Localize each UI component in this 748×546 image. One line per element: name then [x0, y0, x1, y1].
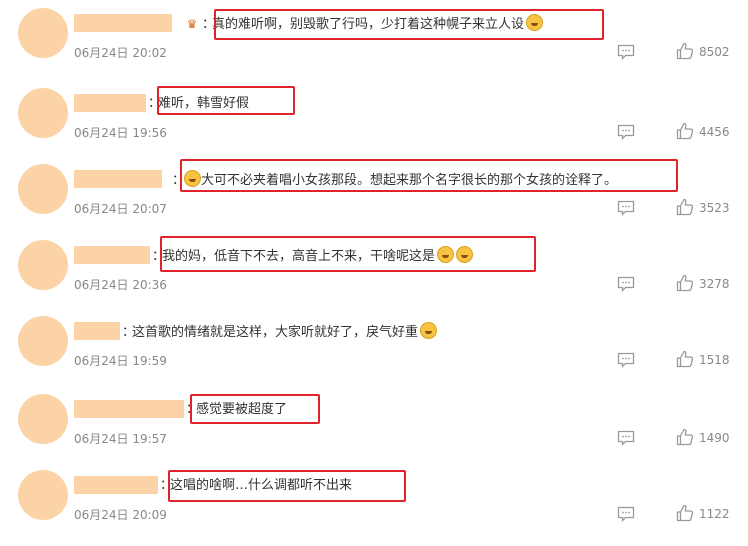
- comment-icon[interactable]: [617, 124, 635, 140]
- avatar[interactable]: [18, 88, 68, 138]
- highlight-box: [160, 236, 536, 272]
- comment-icon[interactable]: [617, 44, 635, 60]
- comment-time: 06月24日 19:57: [74, 432, 167, 446]
- like-count: 3523: [699, 201, 730, 215]
- avatar[interactable]: [18, 470, 68, 520]
- thumbs-up-icon[interactable]: [676, 198, 694, 216]
- avatar[interactable]: [18, 8, 68, 58]
- thumbs-up-icon[interactable]: [676, 428, 694, 446]
- comment-icon[interactable]: [617, 276, 635, 292]
- avatar[interactable]: [18, 316, 68, 366]
- thumbs-up-icon[interactable]: [676, 274, 694, 292]
- colon-separator: ：: [202, 17, 216, 32]
- comment-icon[interactable]: [617, 352, 635, 368]
- comment-item: ：感觉要被超度了 06月24日 19:57 1490: [0, 394, 748, 470]
- comment-time: 06月24日 20:02: [74, 46, 167, 60]
- emoji-icon: [420, 322, 438, 339]
- comment-icon[interactable]: [617, 200, 635, 216]
- highlight-box: [190, 394, 320, 424]
- like-count: 3278: [699, 277, 730, 291]
- comment-time: 06月24日 20:07: [74, 202, 167, 216]
- highlight-box: [214, 9, 604, 40]
- comment-item: ：我的妈，低音下不去，高音上不来，干啥呢这是 06月24日 20:36 3278: [0, 236, 748, 316]
- like-count: 1490: [699, 431, 730, 445]
- thumbs-up-icon[interactable]: [676, 504, 694, 522]
- comment-item: ：这首歌的情绪就是这样，大家听就好了，戾气好重 06月24日 19:59 151…: [0, 316, 748, 392]
- highlight-box: [157, 86, 295, 115]
- like-count: 8502: [699, 45, 730, 59]
- like-count: 1122: [699, 507, 730, 521]
- comment-item: ♛ ：真的难听啊，别毁歌了行吗，少打着这种幌子来立人设 06月24日 20:02…: [0, 8, 748, 84]
- thumbs-up-icon[interactable]: [676, 350, 694, 368]
- highlight-box: [168, 470, 406, 502]
- username-redacted[interactable]: [74, 400, 184, 418]
- comment-icon[interactable]: [617, 430, 635, 446]
- thumbs-up-icon[interactable]: [676, 42, 694, 60]
- thumbs-up-icon[interactable]: [676, 122, 694, 140]
- avatar[interactable]: [18, 164, 68, 214]
- username-redacted[interactable]: [74, 170, 162, 188]
- comment-text: 这首歌的情绪就是这样，大家听就好了，戾气好重: [132, 325, 419, 340]
- comment-item: ：难听，韩雪好假 06月24日 19:56 4456: [0, 86, 748, 164]
- like-count: 1518: [699, 353, 730, 367]
- like-count: 4456: [699, 125, 730, 139]
- avatar[interactable]: [18, 394, 68, 444]
- comment-time: 06月24日 19:59: [74, 354, 167, 368]
- comment-time: 06月24日 19:56: [74, 126, 167, 140]
- username-redacted[interactable]: [74, 94, 146, 112]
- avatar[interactable]: [18, 240, 68, 290]
- comment-time: 06月24日 20:36: [74, 278, 167, 292]
- username-redacted[interactable]: [74, 246, 150, 264]
- crown-icon: ♛: [186, 17, 198, 31]
- comment-line: ：这首歌的情绪就是这样，大家听就好了，戾气好重: [122, 322, 438, 342]
- comment-time: 06月24日 20:09: [74, 508, 167, 522]
- comment-item: ：大可不必夹着唱小女孩那段。想起来那个名字很长的那个女孩的诠释了。 06月24日…: [0, 159, 748, 240]
- comment-icon[interactable]: [617, 506, 635, 522]
- colon-separator: ：: [122, 325, 136, 340]
- username-redacted[interactable]: [74, 322, 120, 340]
- username-redacted[interactable]: [74, 14, 172, 32]
- username-redacted[interactable]: [74, 476, 158, 494]
- highlight-box: [180, 159, 678, 192]
- comment-item: ：这唱的啥啊…什么调都听不出来 06月24日 20:09 1122: [0, 470, 748, 546]
